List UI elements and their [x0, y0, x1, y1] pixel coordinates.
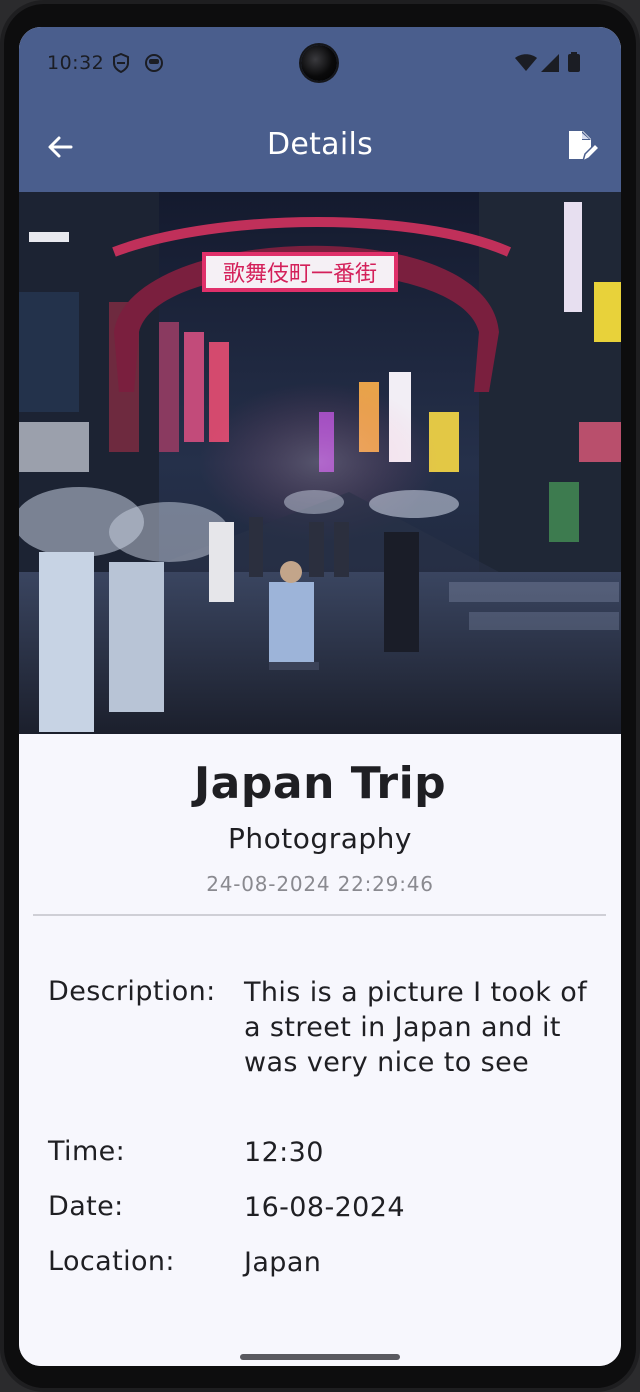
wifi-icon [515, 54, 537, 76]
location-label: Location: [48, 1246, 175, 1277]
created-timestamp: 24-08-2024 22:29:46 [206, 872, 434, 896]
details-panel: Japan Trip Photography 24-08-2024 22:29:… [19, 734, 621, 1366]
time-value: 12:30 [244, 1137, 324, 1168]
trip-photo: 歌舞伎町一番街 [19, 192, 621, 734]
time-label: Time: [48, 1136, 126, 1167]
toolbar: Details [19, 99, 621, 192]
date-value: 16-08-2024 [244, 1192, 405, 1223]
edit-button[interactable] [561, 125, 601, 165]
date-label: Date: [48, 1191, 124, 1222]
face-icon [144, 53, 164, 77]
app-bar: 10:32 Details [19, 27, 621, 192]
shield-icon [112, 52, 130, 77]
description-label: Description: [48, 976, 216, 1007]
page-title: Details [266, 127, 374, 162]
street-scene-image: 歌舞伎町一番街 [19, 192, 621, 734]
trip-title: Japan Trip [193, 758, 447, 809]
phone-frame: 10:32 Details 歌舞伎町一番街 Japan Trip Photogr… [0, 0, 640, 1392]
status-time: 10:32 [47, 52, 105, 74]
trip-category: Photography [228, 822, 412, 855]
description-value: This is a picture I took of a street in … [244, 977, 588, 1078]
gesture-nav-handle[interactable] [240, 1354, 400, 1360]
sign-text: 歌舞伎町一番街 [223, 262, 377, 287]
signal-icon [541, 54, 559, 76]
location-value: Japan [244, 1247, 322, 1278]
battery-icon [568, 52, 580, 76]
screen: 10:32 Details 歌舞伎町一番街 Japan Trip Photogr… [19, 27, 621, 1366]
divider [33, 914, 606, 916]
edit-document-icon [561, 131, 601, 169]
front-camera [301, 45, 337, 81]
